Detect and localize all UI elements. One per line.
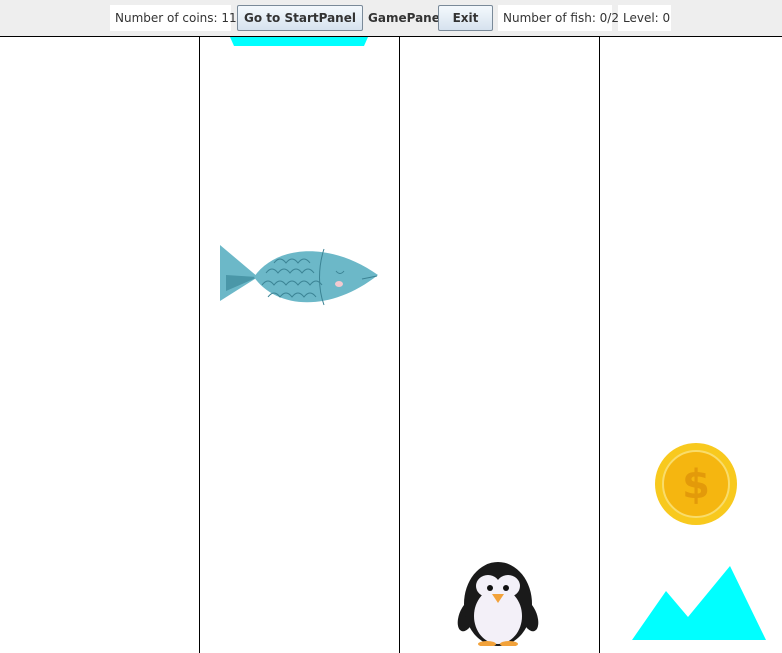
coins-counter: Number of coins: 11 <box>110 5 237 31</box>
cyan-triangle-obstacle-icon <box>230 37 368 46</box>
go-to-start-panel-button[interactable]: Go to StartPanel <box>237 5 363 31</box>
exit-button[interactable]: Exit <box>438 5 493 31</box>
fish-icon <box>220 245 378 306</box>
level-indicator: Level: 0 <box>618 5 671 31</box>
lane-divider-1 <box>199 37 200 653</box>
toolbar: Number of coins: 11 Go to StartPanel Gam… <box>0 0 782 37</box>
fish-counter: Number of fish: 0/2 <box>498 5 619 31</box>
lane-divider-2 <box>399 37 400 653</box>
coin-icon: $ <box>655 443 737 525</box>
svg-text:$: $ <box>682 462 710 508</box>
lane-divider-3 <box>599 37 600 653</box>
penguin-icon <box>457 562 539 646</box>
panel-name-label: GamePanel <box>368 11 444 25</box>
mountain-obstacle-icon <box>632 566 766 640</box>
